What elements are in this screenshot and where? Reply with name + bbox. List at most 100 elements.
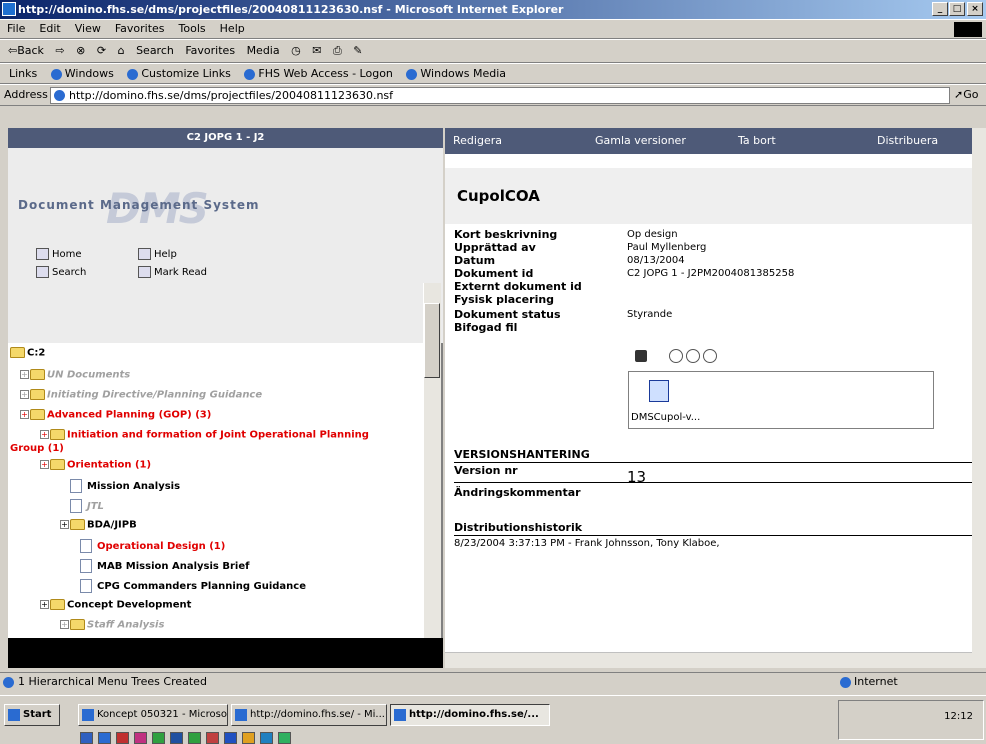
menu-favorites[interactable]: Favorites bbox=[108, 22, 172, 35]
divider bbox=[454, 535, 972, 536]
quicklaunch-icon[interactable] bbox=[206, 732, 219, 744]
search-link[interactable]: Search bbox=[36, 266, 86, 278]
media-button[interactable]: Media bbox=[243, 40, 284, 62]
task-word[interactable]: Koncept 050321 - Microso... bbox=[78, 704, 228, 726]
windows-logo-icon bbox=[954, 22, 982, 37]
field-label: Dokument status bbox=[454, 308, 561, 321]
tree-node-label: Staff Analysis bbox=[87, 619, 165, 631]
list-icon[interactable] bbox=[686, 349, 700, 363]
tree-node[interactable]: + Advanced Planning (GOP) (3) bbox=[20, 409, 211, 421]
tree-node[interactable]: CPG Commanders Planning Guidance bbox=[80, 579, 306, 593]
maximize-button[interactable]: □ bbox=[949, 2, 965, 16]
quicklaunch-icon[interactable] bbox=[116, 732, 129, 744]
quicklaunch-icon[interactable] bbox=[98, 732, 111, 744]
expand-icon[interactable]: + bbox=[40, 430, 49, 439]
tree-node[interactable]: + Concept Development bbox=[40, 599, 191, 611]
quicklaunch-icon[interactable] bbox=[152, 732, 165, 744]
expand-icon[interactable]: + bbox=[60, 620, 69, 629]
quicklaunch-icon[interactable] bbox=[80, 732, 93, 744]
mail-icon[interactable]: ✉ bbox=[308, 40, 325, 62]
field-label: Dokument id bbox=[454, 267, 534, 280]
ie-page-icon bbox=[127, 68, 139, 80]
attachment-box[interactable]: DMSCupol-v... bbox=[628, 371, 934, 429]
menu-view[interactable]: View bbox=[68, 22, 108, 35]
task-ie-2[interactable]: http://domino.fhs.se/... bbox=[390, 704, 550, 726]
history-icon[interactable]: ◷ bbox=[287, 40, 305, 62]
edit-link[interactable]: Redigera bbox=[453, 128, 502, 154]
expand-icon[interactable]: + bbox=[20, 370, 29, 379]
refresh-icon[interactable]: ⟳ bbox=[93, 40, 110, 62]
tree-node[interactable]: + UN Documents bbox=[20, 369, 130, 381]
horizontal-scrollbar[interactable] bbox=[445, 652, 972, 668]
expand-icon[interactable]: + bbox=[40, 460, 49, 469]
tree-node[interactable]: + Initiating Directive/Planning Guidance bbox=[20, 389, 262, 401]
link-fhs-web-access[interactable]: FHS Web Access - Logon bbox=[239, 67, 398, 80]
tree-node[interactable]: JTL bbox=[70, 499, 104, 513]
old-versions-link[interactable]: Gamla versioner bbox=[595, 128, 686, 154]
close-button[interactable]: × bbox=[967, 2, 983, 16]
quicklaunch-icon[interactable] bbox=[134, 732, 147, 744]
quicklaunch-icon[interactable] bbox=[278, 732, 291, 744]
link-windows[interactable]: Windows bbox=[46, 67, 119, 80]
quicklaunch-icon[interactable] bbox=[260, 732, 273, 744]
tree-node[interactable]: + Orientation (1) bbox=[40, 459, 151, 471]
tree-node-label: Group (1) bbox=[10, 443, 64, 454]
menu-edit[interactable]: Edit bbox=[32, 22, 67, 35]
stop-icon[interactable]: ⊗ bbox=[72, 40, 89, 62]
forward-icon[interactable]: ⇨ bbox=[51, 40, 68, 62]
tree-node[interactable]: + BDA/JIPB bbox=[60, 519, 137, 531]
quicklaunch-icon[interactable] bbox=[242, 732, 255, 744]
menu-help[interactable]: Help bbox=[213, 22, 252, 35]
word-icon bbox=[82, 709, 94, 721]
distribution-entry: 8/23/2004 3:37:13 PM - Frank Johnsson, T… bbox=[454, 538, 720, 549]
search-button[interactable]: Search bbox=[132, 40, 178, 62]
quicklaunch-icon[interactable] bbox=[170, 732, 183, 744]
tree-node[interactable]: C:2 bbox=[10, 347, 45, 359]
expand-icon[interactable]: + bbox=[20, 390, 29, 399]
tree-node[interactable]: + Staff Analysis bbox=[60, 619, 164, 631]
tree-node[interactable]: Operational Design (1) bbox=[80, 539, 225, 553]
document-scrollbar[interactable] bbox=[972, 128, 986, 668]
delete-link[interactable]: Ta bort bbox=[738, 128, 776, 154]
status-text: 1 Hierarchical Menu Trees Created bbox=[18, 675, 207, 688]
folder-icon bbox=[30, 409, 45, 420]
link-windows-media[interactable]: Windows Media bbox=[401, 67, 511, 80]
tree-node[interactable]: Mission Analysis bbox=[70, 479, 180, 493]
expand-icon[interactable]: + bbox=[40, 600, 49, 609]
favorites-button[interactable]: Favorites bbox=[181, 40, 239, 62]
tree-node[interactable]: + Initiation and formation of Joint Opera… bbox=[40, 429, 369, 441]
quicklaunch-icon[interactable] bbox=[224, 732, 237, 744]
minimize-button[interactable]: _ bbox=[932, 2, 948, 16]
go-button[interactable]: ➚Go bbox=[954, 85, 978, 105]
tree-node[interactable]: MAB Mission Analysis Brief bbox=[80, 559, 249, 573]
task-ie-1[interactable]: http://domino.fhs.se/ - Mi... bbox=[231, 704, 387, 726]
tree-node-label: Initiation and formation of Joint Operat… bbox=[67, 429, 369, 441]
distribute-link[interactable]: Distribuera bbox=[877, 128, 938, 154]
folder-icon bbox=[70, 619, 85, 630]
quicklaunch-icon[interactable] bbox=[188, 732, 201, 744]
home-link[interactable]: Home bbox=[36, 248, 82, 260]
edit-icon[interactable]: ✎ bbox=[349, 40, 366, 62]
back-button[interactable]: ⇦Back bbox=[4, 40, 48, 62]
menu-file[interactable]: File bbox=[0, 22, 32, 35]
tree-scroll-thumb[interactable] bbox=[424, 303, 440, 378]
menu-tools[interactable]: Tools bbox=[172, 22, 213, 35]
document-icon bbox=[70, 479, 82, 493]
mark-read-link[interactable]: Mark Read bbox=[138, 266, 207, 278]
help-link[interactable]: Help bbox=[138, 248, 177, 260]
window-title: http://domino.fhs.se/dms/projectfiles/20… bbox=[18, 3, 564, 16]
link-customize[interactable]: Customize Links bbox=[122, 67, 236, 80]
expand-icon[interactable]: + bbox=[60, 520, 69, 529]
start-button[interactable]: Start bbox=[4, 704, 60, 726]
links-bar: Links Windows Customize Links FHS Web Ac… bbox=[0, 63, 986, 84]
database-header: C2 JOPG 1 - J2 bbox=[8, 128, 443, 148]
tree-node[interactable]: Group (1) bbox=[10, 443, 64, 454]
save-icon[interactable] bbox=[635, 350, 647, 362]
details-icon[interactable] bbox=[703, 349, 717, 363]
expand-icon[interactable]: + bbox=[20, 410, 29, 419]
address-input[interactable]: http://domino.fhs.se/dms/projectfiles/20… bbox=[50, 87, 950, 104]
field-value: Styrande bbox=[627, 309, 673, 320]
home-icon[interactable]: ⌂ bbox=[114, 40, 129, 62]
print-icon[interactable]: ⎙ bbox=[329, 40, 346, 62]
view-icon[interactable] bbox=[669, 349, 683, 363]
